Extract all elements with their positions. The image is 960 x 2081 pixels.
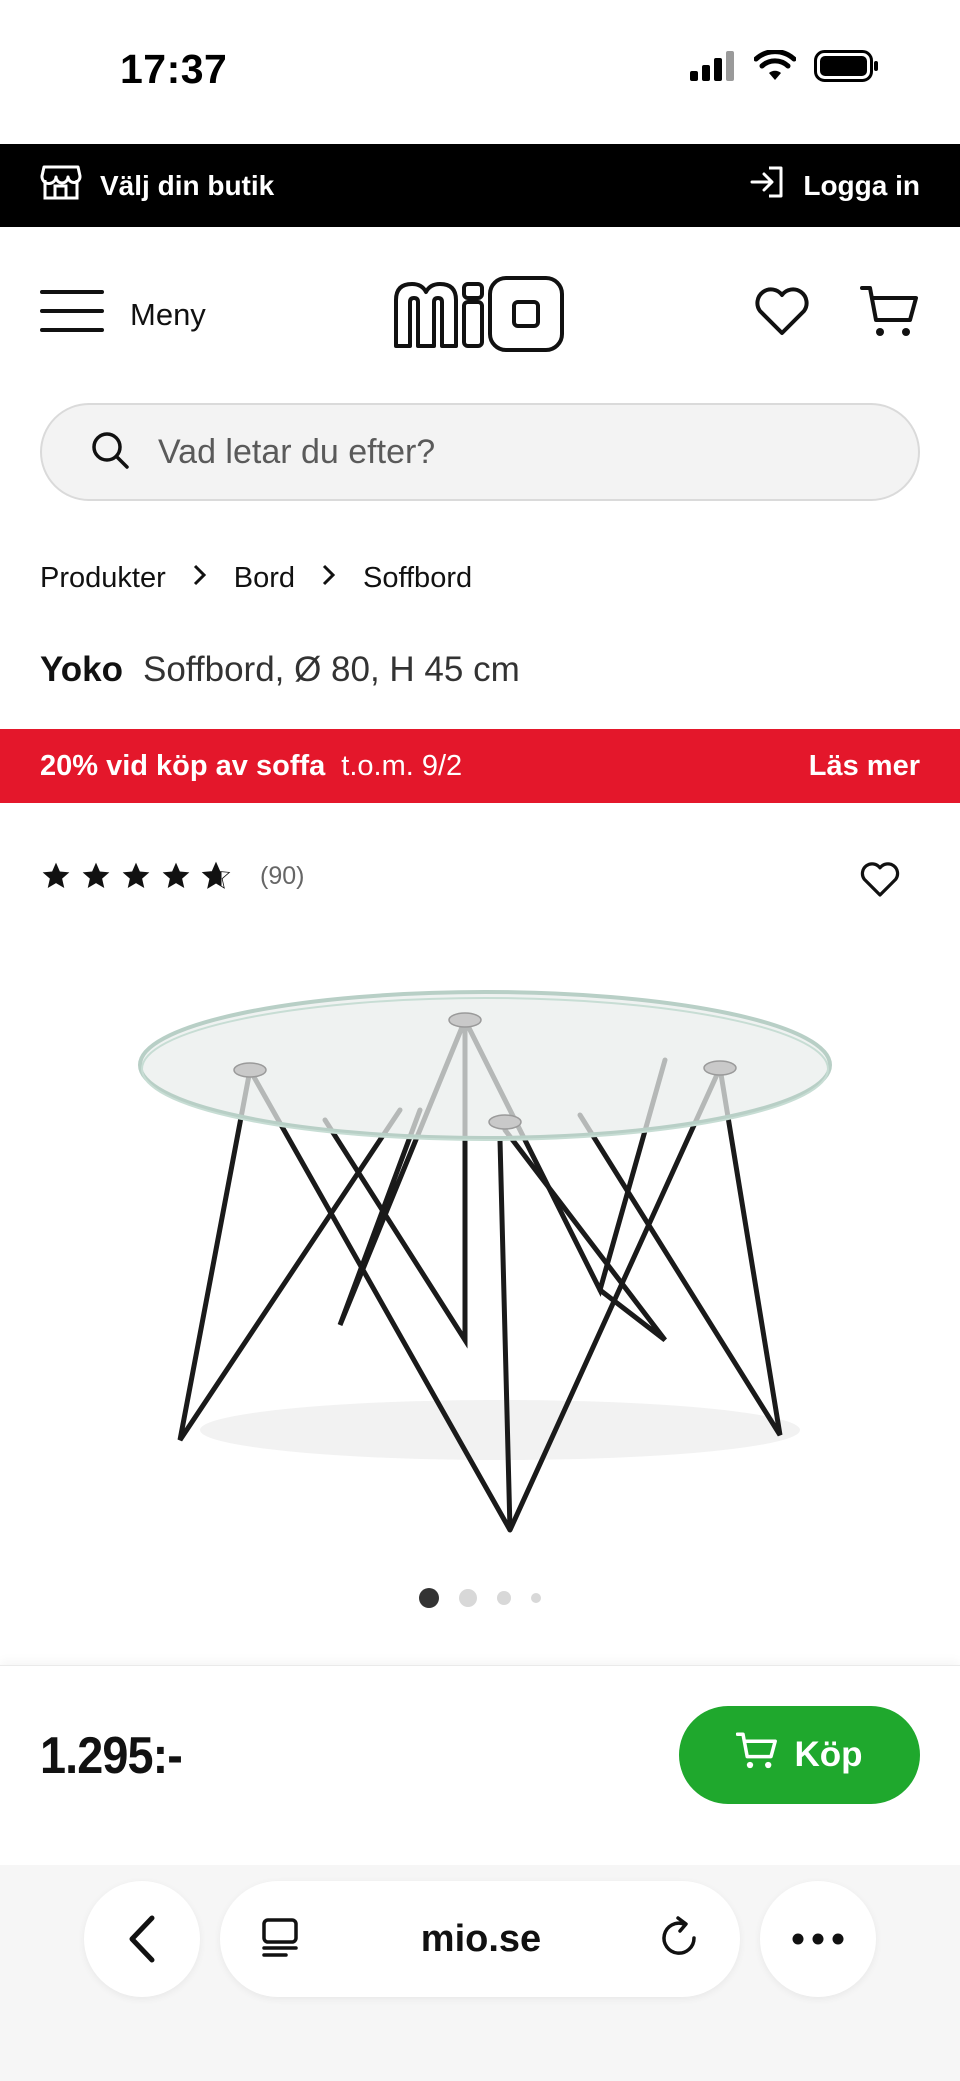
chevron-right-icon xyxy=(192,562,208,595)
status-icons xyxy=(690,49,880,87)
hamburger-icon xyxy=(40,288,104,342)
menu-label: Meny xyxy=(130,296,206,332)
product-description: Soffbord, Ø 80, H 45 cm xyxy=(142,650,520,689)
choose-store-button[interactable]: Välj din butik xyxy=(40,163,274,208)
image-carousel-dots xyxy=(0,1588,960,1608)
browser-address-bar[interactable]: mio.se xyxy=(220,1881,740,1997)
site-header: Meny xyxy=(0,227,960,402)
search-bar[interactable] xyxy=(40,403,920,501)
coffee-table-illustration xyxy=(138,990,832,1533)
menu-button[interactable]: Meny xyxy=(40,288,206,342)
chevron-left-icon xyxy=(129,1915,155,1963)
product-rating[interactable]: (90) xyxy=(40,860,304,892)
browser-url: mio.se xyxy=(420,1917,542,1960)
status-bar: 17:37 xyxy=(0,0,960,144)
product-price: 1.295:- xyxy=(40,1727,183,1785)
store-bar: Välj din butik Logga in xyxy=(0,144,960,227)
star-icon xyxy=(162,862,190,888)
mio-logo[interactable] xyxy=(390,272,568,361)
tabs-icon[interactable] xyxy=(260,1916,302,1963)
breadcrumb-item-produkter[interactable]: Produkter xyxy=(40,562,166,595)
browser-back-button[interactable] xyxy=(84,1881,200,1997)
carousel-dot[interactable] xyxy=(497,1591,511,1605)
header-actions xyxy=(754,284,920,345)
promo-highlight: 20% vid köp av soffa xyxy=(40,749,326,782)
star-icon xyxy=(42,862,70,888)
battery-icon xyxy=(814,50,880,87)
review-count: (90) xyxy=(260,861,305,890)
product-brand: Yoko xyxy=(40,650,123,689)
carousel-dot[interactable] xyxy=(531,1593,541,1603)
cellular-signal-icon xyxy=(690,51,736,86)
search-icon xyxy=(90,430,130,475)
reload-icon[interactable] xyxy=(660,1915,700,1963)
chevron-right-icon xyxy=(321,562,337,595)
carousel-dot[interactable] xyxy=(459,1589,477,1607)
more-icon xyxy=(792,1933,844,1945)
heart-icon[interactable] xyxy=(754,287,810,342)
store-icon xyxy=(40,163,82,208)
star-half-icon xyxy=(201,861,231,889)
search-input[interactable] xyxy=(158,432,858,472)
login-icon xyxy=(749,164,785,207)
star-icon xyxy=(122,862,150,888)
login-label: Logga in xyxy=(803,169,920,201)
promo-text: 20% vid köp av soffa t.o.m. 9/2 xyxy=(40,750,462,783)
buy-label: Köp xyxy=(794,1735,863,1774)
browser-toolbar: mio.se xyxy=(0,1865,960,2081)
breadcrumb-item-bord[interactable]: Bord xyxy=(234,562,295,595)
cart-icon xyxy=(736,1731,778,1780)
product-image[interactable] xyxy=(120,960,840,1560)
browser-more-button[interactable] xyxy=(760,1881,876,1997)
heart-icon xyxy=(860,862,900,897)
breadcrumb-item-soffbord[interactable]: Soffbord xyxy=(363,562,472,595)
promo-banner[interactable]: 20% vid köp av soffa t.o.m. 9/2 Läs mer xyxy=(0,729,960,803)
rating-stars xyxy=(40,860,232,892)
product-title: Yoko Soffbord, Ø 80, H 45 cm xyxy=(40,650,520,690)
add-to-wishlist-button[interactable] xyxy=(860,862,900,903)
star-icon xyxy=(82,862,110,888)
purchase-bar: 1.295:- Köp xyxy=(0,1665,960,1865)
breadcrumb: Produkter Bord Soffbord xyxy=(40,562,472,595)
status-time: 17:37 xyxy=(120,46,228,92)
carousel-dot-active[interactable] xyxy=(419,1588,439,1608)
promo-read-more-link[interactable]: Läs mer xyxy=(809,750,920,783)
cart-icon[interactable] xyxy=(860,284,920,345)
login-button[interactable]: Logga in xyxy=(749,164,920,207)
wifi-icon xyxy=(753,49,797,87)
choose-store-label: Välj din butik xyxy=(100,169,275,201)
promo-period: t.o.m. 9/2 xyxy=(341,749,463,782)
buy-button[interactable]: Köp xyxy=(679,1706,920,1804)
